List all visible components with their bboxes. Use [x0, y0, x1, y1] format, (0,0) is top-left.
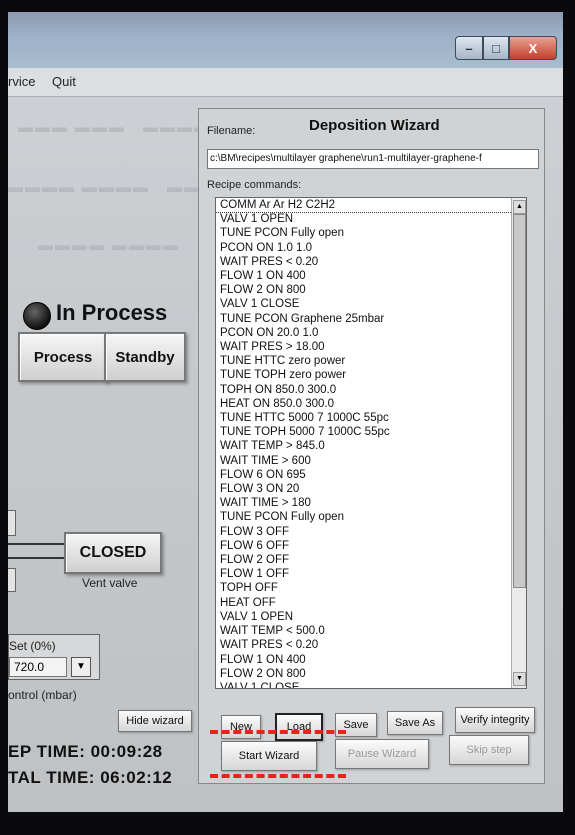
vent-valve-button[interactable]: CLOSED	[64, 532, 162, 574]
vent-valve-label: Vent valve	[82, 576, 138, 590]
recipe-command-item[interactable]: VALV 1 OPEN	[216, 212, 526, 226]
setpoint-label: Set (0%)	[9, 639, 56, 653]
pause-wizard-button[interactable]: Pause Wizard	[335, 739, 429, 769]
list-scrollbar[interactable]: ▲ ▼	[511, 198, 526, 688]
recipe-command-item[interactable]: TUNE HTTC zero power	[216, 354, 526, 368]
recipe-command-item[interactable]: WAIT PRES < 0.20	[216, 255, 526, 269]
valve-box	[8, 510, 16, 536]
window-controls: – □ X	[455, 36, 557, 60]
chevron-down-icon[interactable]: ▼	[71, 657, 91, 677]
recipe-command-item[interactable]: WAIT TIME > 180	[216, 496, 526, 510]
scroll-up-icon[interactable]: ▲	[513, 200, 526, 214]
pressure-control-label: ontrol (mbar)	[8, 688, 77, 702]
recipe-commands-container: COMM Ar Ar H2 C2H2 VALV 1 OPEN TUNE PCON F…	[216, 198, 526, 688]
recipe-command-item[interactable]: FLOW 6 OFF	[216, 539, 526, 553]
recipe-command-item[interactable]: WAIT TEMP < 500.0	[216, 624, 526, 638]
recipe-command-item[interactable]: TOPH OFF	[216, 581, 526, 595]
recipe-command-item[interactable]: PCON ON 20.0 1.0	[216, 326, 526, 340]
menu-bar: rvice Quit	[8, 68, 563, 97]
verify-integrity-button[interactable]: Verify integrity	[455, 707, 535, 733]
window-titlebar: – □ X	[8, 12, 563, 68]
recipe-command-item[interactable]: TUNE PCON Graphene 25mbar	[216, 312, 526, 326]
recipe-command-item[interactable]: VALV 1 OPEN	[216, 610, 526, 624]
total-time-readout: TAL TIME: 06:02:12	[8, 768, 173, 787]
recipe-command-item[interactable]: HEAT OFF	[216, 596, 526, 610]
maximize-button[interactable]: □	[483, 36, 509, 60]
recipe-command-item[interactable]: FLOW 1 ON 400	[216, 653, 526, 667]
close-button[interactable]: X	[509, 36, 557, 60]
menu-service[interactable]: rvice	[8, 74, 35, 89]
recipe-command-item[interactable]: VALV 1 CLOSE	[216, 297, 526, 311]
recipe-command-item[interactable]: VALV 1 CLOSE	[216, 681, 526, 688]
watermark-logo: ▬▬▬▬ ▬▬▬▬	[38, 238, 180, 254]
scrollbar-thumb[interactable]	[513, 214, 526, 588]
step-time-readout: EP TIME: 00:09:28	[8, 742, 163, 761]
recipe-command-item[interactable]: FLOW 3 ON 20	[216, 482, 526, 496]
scroll-down-icon[interactable]: ▼	[513, 672, 526, 686]
minimize-button[interactable]: –	[455, 36, 483, 60]
recipe-command-item[interactable]: TUNE PCON Fully open	[216, 226, 526, 240]
app-screen: – □ X rvice Quit ▬▬▬ ▬▬▬ ▬▬▬▬ ▬▬▬▬ ▬▬▬▬ …	[8, 12, 563, 812]
recipe-command-item[interactable]: WAIT PRES < 0.20	[216, 638, 526, 652]
recipe-command-item[interactable]: TOPH ON 850.0 300.0	[216, 383, 526, 397]
recipe-command-item[interactable]: FLOW 1 ON 400	[216, 269, 526, 283]
recipe-command-item[interactable]: WAIT TIME > 600	[216, 454, 526, 468]
process-button[interactable]: Process	[18, 332, 108, 382]
process-status-label: In Process	[56, 300, 168, 325]
start-wizard-highlight	[210, 730, 346, 778]
recipe-commands-list[interactable]: COMM Ar Ar H2 C2H2 VALV 1 OPEN TUNE PCON F…	[215, 197, 527, 689]
recipe-command-item[interactable]: FLOW 3 OFF	[216, 525, 526, 539]
recipe-command-item[interactable]: FLOW 6 ON 695	[216, 468, 526, 482]
recipe-command-item[interactable]: HEAT ON 850.0 300.0	[216, 397, 526, 411]
recipe-command-item[interactable]: TUNE HTTC 5000 7 1000C 55pc	[216, 411, 526, 425]
pipe-line	[8, 543, 68, 545]
recipe-command-item[interactable]: FLOW 2 ON 800	[216, 283, 526, 297]
recipe-commands-label: Recipe commands:	[207, 179, 302, 191]
recipe-command-item[interactable]: TUNE TOPH zero power	[216, 368, 526, 382]
recipe-command-item[interactable]: COMM Ar Ar H2 C2H2	[216, 198, 526, 214]
recipe-command-item[interactable]: FLOW 2 ON 800	[216, 667, 526, 681]
setpoint-input[interactable]: 720.0	[9, 657, 67, 677]
menu-quit[interactable]: Quit	[52, 74, 76, 89]
skip-step-button[interactable]: Skip step	[449, 735, 529, 765]
watermark-logo: ▬▬▬▬ ▬▬▬▬ ▬▬	[8, 180, 201, 196]
recipe-command-item[interactable]: WAIT TEMP > 845.0	[216, 439, 526, 453]
pipe-line	[8, 557, 68, 559]
save-as-button[interactable]: Save As	[387, 711, 443, 735]
standby-button[interactable]: Standby	[104, 332, 186, 382]
valve-box	[8, 568, 16, 592]
deposition-wizard-panel: Deposition Wizard Filename: c:\BM\recipe…	[198, 108, 545, 784]
wizard-title: Deposition Wizard	[309, 117, 440, 134]
filename-label: Filename:	[207, 125, 256, 137]
hide-wizard-button[interactable]: Hide wizard	[118, 710, 192, 732]
recipe-command-item[interactable]: TUNE TOPH 5000 7 1000C 55pc	[216, 425, 526, 439]
watermark-logo: ▬▬▬ ▬▬▬ ▬▬▬▬	[18, 120, 211, 136]
setpoint-panel: Set (0%) 720.0 ▼	[8, 634, 100, 680]
recipe-command-item[interactable]: FLOW 2 OFF	[216, 553, 526, 567]
recipe-command-item[interactable]: PCON ON 1.0 1.0	[216, 241, 526, 255]
filename-field[interactable]: c:\BM\recipes\multilayer graphene\run1-m…	[207, 149, 539, 169]
status-indicator-light	[23, 302, 51, 330]
recipe-command-item[interactable]: FLOW 1 OFF	[216, 567, 526, 581]
recipe-command-item[interactable]: TUNE PCON Fully open	[216, 510, 526, 524]
recipe-command-item[interactable]: WAIT PRES > 18.00	[216, 340, 526, 354]
